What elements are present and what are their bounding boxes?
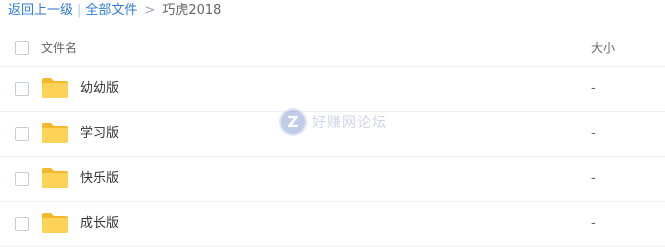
- row-checkbox[interactable]: [15, 217, 29, 231]
- file-name[interactable]: 学习版: [80, 112, 119, 156]
- file-size: -: [591, 126, 596, 141]
- file-row[interactable]: 快乐版 -: [0, 157, 665, 202]
- file-name[interactable]: 成长版: [80, 202, 119, 246]
- breadcrumb: 返回上一级 | 全部文件 > 巧虎2018: [8, 0, 221, 22]
- folder-icon: [42, 78, 68, 98]
- file-size: -: [591, 81, 596, 96]
- file-list-header: 文件名 大小: [0, 30, 665, 67]
- folder-icon: [42, 213, 68, 233]
- watermark-logo-icon: Z: [281, 110, 305, 134]
- row-checkbox[interactable]: [15, 172, 29, 186]
- file-row[interactable]: 幼幼版 -: [0, 67, 665, 112]
- row-checkbox[interactable]: [15, 127, 29, 141]
- back-link[interactable]: 返回上一级: [8, 3, 73, 18]
- file-size: -: [591, 171, 596, 186]
- file-name[interactable]: 幼幼版: [80, 67, 119, 111]
- breadcrumb-separator: |: [77, 3, 82, 18]
- file-size: -: [591, 216, 596, 231]
- row-checkbox[interactable]: [15, 82, 29, 96]
- watermark-text: 好赚网论坛: [312, 115, 387, 131]
- folder-icon: [42, 168, 68, 188]
- file-name[interactable]: 快乐版: [80, 157, 119, 201]
- column-header-size[interactable]: 大小: [591, 30, 615, 66]
- folder-icon: [42, 123, 68, 143]
- watermark: Z 好赚网论坛: [281, 108, 387, 136]
- select-all-checkbox[interactable]: [15, 41, 29, 55]
- file-row[interactable]: 成长版 -: [0, 202, 665, 247]
- breadcrumb-arrow: >: [144, 3, 156, 18]
- column-header-name[interactable]: 文件名: [41, 30, 77, 66]
- all-files-link[interactable]: 全部文件: [85, 3, 137, 18]
- current-folder: 巧虎2018: [162, 3, 222, 18]
